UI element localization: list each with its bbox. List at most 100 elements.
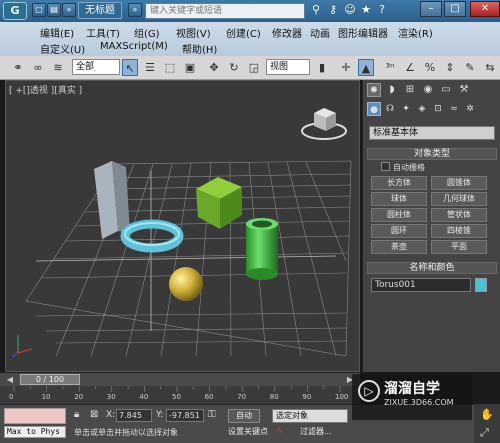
- lock-icon[interactable]: 🔒︎: [74, 409, 86, 422]
- menu-animation[interactable]: 动画: [310, 25, 330, 40]
- pivot-icon[interactable]: ▮: [314, 59, 330, 76]
- modify-tab-icon[interactable]: ◗: [385, 83, 399, 97]
- snap-toggle-icon[interactable]: ³ⁿ: [382, 59, 398, 76]
- time-slider-handle[interactable]: 0 / 100: [20, 374, 80, 385]
- prev-frame-icon[interactable]: ◀: [4, 374, 16, 385]
- key-filter-icon[interactable]: ∿: [276, 426, 284, 436]
- select-manipulate-icon[interactable]: ✛: [338, 59, 354, 76]
- y-coordinate-field[interactable]: -97.851: [166, 409, 204, 422]
- bind-spacewarp-icon[interactable]: ≋: [50, 59, 66, 76]
- help-icon[interactable]: ?: [374, 3, 390, 18]
- keyboard-shortcut-icon[interactable]: ▲: [358, 59, 374, 76]
- menu-maxscript[interactable]: MAXScript(M): [100, 41, 168, 52]
- unlink-icon[interactable]: ∞: [30, 59, 46, 76]
- listener-input[interactable]: [4, 408, 66, 424]
- geosphere-button[interactable]: 几何球体: [431, 192, 487, 206]
- motion-tab-icon[interactable]: ◉: [421, 83, 435, 97]
- torus-button[interactable]: 圆环: [371, 224, 427, 238]
- menu-modifiers[interactable]: 修改器: [272, 25, 302, 40]
- menu-rendering[interactable]: 渲染(R): [398, 25, 433, 40]
- star-icon[interactable]: ★: [358, 3, 374, 18]
- maximize-viewport-icon[interactable]: ⤢: [480, 426, 489, 440]
- selection-filter-dropdown[interactable]: 全部: [72, 59, 120, 75]
- absolute-mode-icon[interactable]: ⊠: [90, 409, 102, 422]
- menu-tools[interactable]: 工具(T): [86, 25, 120, 40]
- rotate-icon[interactable]: ↻: [226, 59, 242, 76]
- named-selection-icon[interactable]: ✎: [462, 59, 478, 76]
- pan-icon[interactable]: ✋: [480, 408, 494, 421]
- tube-button[interactable]: 管状体: [431, 208, 487, 222]
- key-icon[interactable]: ⚿: [208, 409, 216, 420]
- autogrid-label: 自动栅格: [393, 163, 425, 172]
- teapot-button[interactable]: 茶壶: [371, 240, 427, 254]
- rect-selection-icon[interactable]: ⬚: [162, 59, 178, 76]
- autogrid-checkbox[interactable]: [381, 162, 390, 171]
- geometry-icon[interactable]: ●: [367, 102, 381, 116]
- utilities-tab-icon[interactable]: ⚒: [457, 83, 471, 97]
- new-file-icon[interactable]: ▢: [32, 3, 46, 17]
- dropdown-arrow-icon[interactable]: »: [128, 3, 142, 17]
- shapes-icon[interactable]: ☊: [383, 102, 397, 116]
- cylinder-button[interactable]: 圆柱体: [371, 208, 427, 222]
- primitive-type-dropdown[interactable]: 标准基本体: [369, 126, 495, 140]
- key-icon[interactable]: ⚷: [325, 3, 341, 18]
- selection-set-dropdown[interactable]: 选定对象: [272, 409, 348, 423]
- x-coordinate-field[interactable]: 7.845: [116, 409, 152, 422]
- cameras-icon[interactable]: ◈: [415, 102, 429, 116]
- viewport-scene[interactable]: [6, 81, 360, 372]
- object-name-field[interactable]: Torus001: [371, 278, 471, 292]
- open-file-icon[interactable]: ▤: [47, 3, 61, 17]
- pyramid-button[interactable]: 四棱锥: [431, 224, 487, 238]
- watermark-title: 溜溜自学: [384, 381, 440, 397]
- box-green-object: [196, 177, 242, 229]
- menu-customize[interactable]: 自定义(U): [40, 41, 85, 56]
- ref-coord-dropdown[interactable]: 视图: [266, 59, 310, 75]
- helpers-icon[interactable]: ⊡: [431, 102, 445, 116]
- more-icon[interactable]: »: [62, 3, 76, 17]
- angle-snap-icon[interactable]: ∠: [402, 59, 418, 76]
- maximize-button[interactable]: □: [444, 1, 466, 17]
- menu-view[interactable]: 视图(V): [176, 25, 211, 40]
- select-by-name-icon[interactable]: ☰: [142, 59, 158, 76]
- systems-icon[interactable]: ✲: [463, 102, 477, 116]
- menu-graph-editors[interactable]: 图形编辑器: [338, 25, 388, 40]
- close-button[interactable]: ✕: [470, 1, 500, 17]
- binoculars-icon[interactable]: ⚲: [308, 3, 324, 18]
- sphere-button[interactable]: 球体: [371, 192, 427, 206]
- create-tab-icon[interactable]: ✹: [367, 83, 381, 97]
- spinner-snap-icon[interactable]: ⇕: [442, 59, 458, 76]
- app-logo-button[interactable]: G: [3, 2, 27, 20]
- minimize-button[interactable]: –: [420, 1, 442, 17]
- select-link-icon[interactable]: ⚭: [10, 59, 26, 76]
- lights-icon[interactable]: ✦: [399, 102, 413, 116]
- perspective-viewport[interactable]: [ +[]透视 ][真实 ]: [5, 80, 360, 372]
- window-crossing-icon[interactable]: ▣: [182, 59, 198, 76]
- menu-edit[interactable]: 编辑(E): [40, 25, 74, 40]
- auto-key-button[interactable]: 自动: [228, 409, 260, 423]
- select-object-icon[interactable]: ↖: [122, 59, 138, 76]
- track-bar[interactable]: 0 10 20 30 40 50 60 70 80 90 100: [0, 386, 360, 404]
- name-color-rollout[interactable]: 名称和颜色: [367, 262, 497, 274]
- set-key-label[interactable]: 设置关键点: [228, 425, 270, 438]
- plane-button[interactable]: 平面: [431, 240, 487, 254]
- key-filters-button[interactable]: 过滤器...: [300, 426, 340, 438]
- display-tab-icon[interactable]: ▭: [439, 83, 453, 97]
- box-button[interactable]: 长方体: [371, 176, 427, 190]
- menu-create[interactable]: 创建(C): [226, 25, 261, 40]
- move-icon[interactable]: ✥: [206, 59, 222, 76]
- spacewarps-icon[interactable]: ≈: [447, 102, 461, 116]
- menu-group[interactable]: 组(G): [134, 25, 160, 40]
- percent-snap-icon[interactable]: %: [422, 59, 438, 76]
- object-type-rollout[interactable]: 对象类型: [367, 148, 497, 160]
- hierarchy-tab-icon[interactable]: ⊞: [403, 83, 417, 97]
- menu-help[interactable]: 帮助(H): [182, 41, 217, 56]
- max-to-phys-label[interactable]: Max to Phys: [4, 426, 66, 438]
- cone-button[interactable]: 圆锥体: [431, 176, 487, 190]
- mirror-icon[interactable]: ⇆: [482, 59, 498, 76]
- track-tick-label: 80: [269, 393, 279, 401]
- scale-icon[interactable]: ◲: [246, 59, 262, 76]
- viewport-label[interactable]: [ +[]透视 ][真实 ]: [9, 83, 82, 96]
- people-icon[interactable]: ☺: [342, 3, 358, 18]
- object-color-swatch[interactable]: [475, 278, 487, 292]
- search-input[interactable]: 键入关键字或短语: [145, 3, 305, 19]
